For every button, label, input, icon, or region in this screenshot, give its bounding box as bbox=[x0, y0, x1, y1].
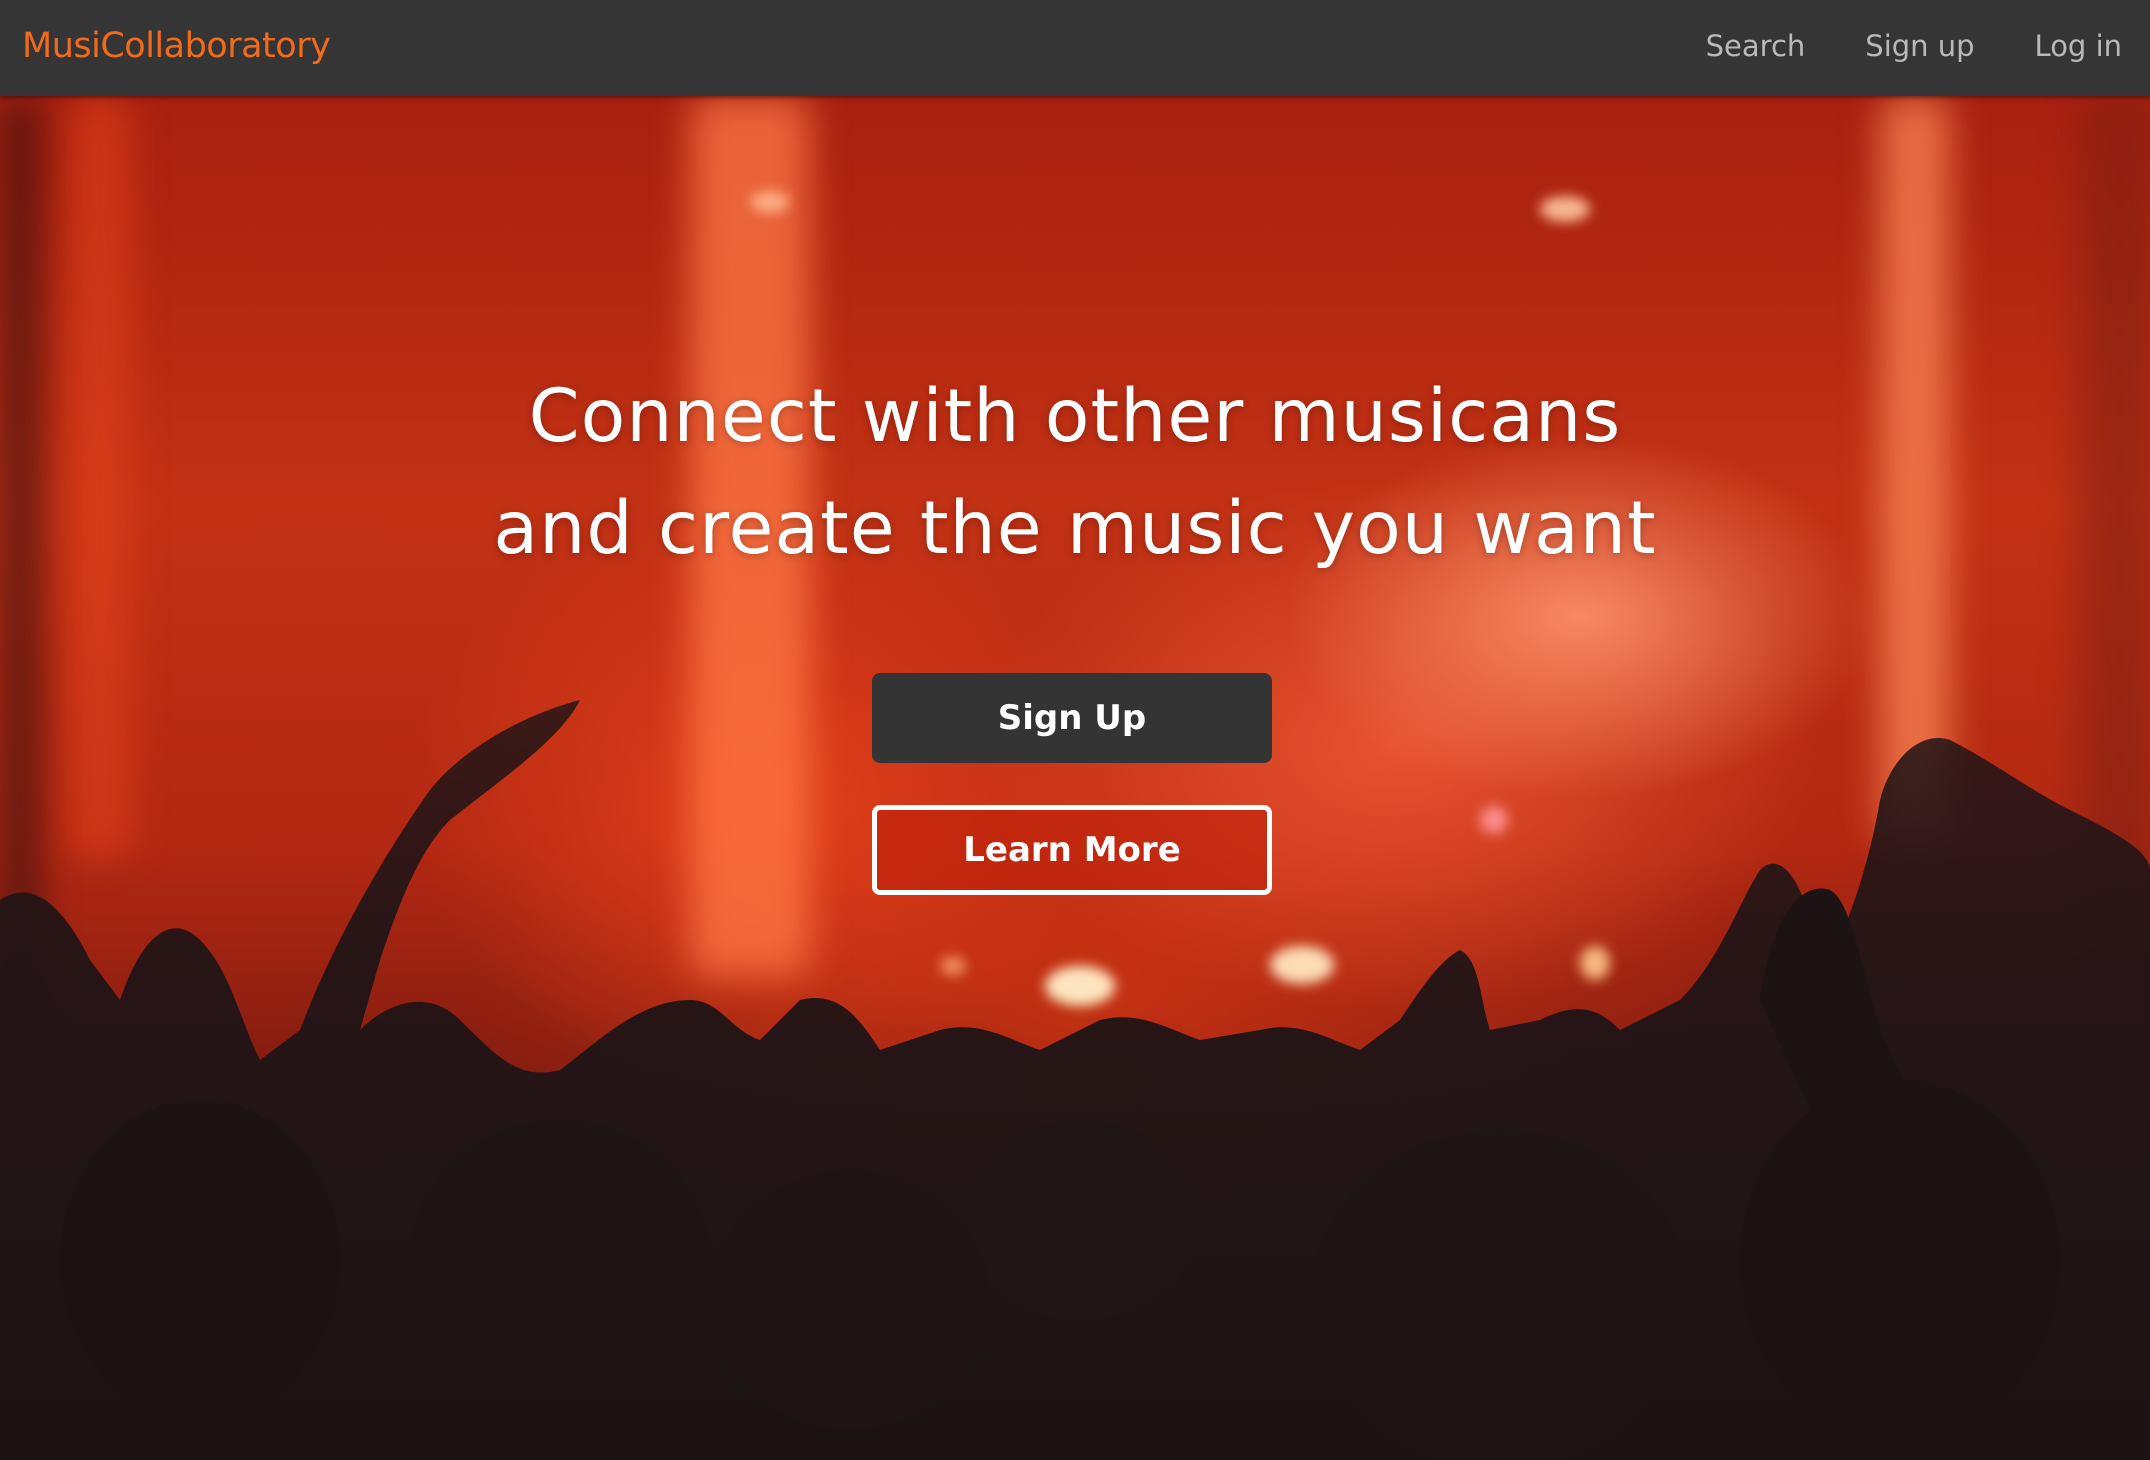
nav-link-sign-up[interactable]: Sign up bbox=[1865, 22, 1974, 70]
hero-headline: Connect with other musicans and create t… bbox=[0, 361, 2150, 585]
nav-link-log-in[interactable]: Log in bbox=[2035, 22, 2122, 70]
hero-section: Connect with other musicans and create t… bbox=[0, 96, 2150, 1460]
brand-logo-link[interactable]: MusiCollaboratory bbox=[22, 22, 331, 70]
headline-line-1: Connect with other musicans bbox=[528, 374, 1622, 459]
learn-more-button[interactable]: Learn More bbox=[872, 805, 1272, 895]
top-navbar: MusiCollaboratory Search Sign up Log in bbox=[0, 0, 2150, 96]
landing-page: MusiCollaboratory Search Sign up Log in bbox=[0, 0, 2150, 1460]
nav-links: Search Sign up Log in bbox=[1706, 22, 2122, 70]
nav-link-search[interactable]: Search bbox=[1706, 22, 1806, 70]
sign-up-button[interactable]: Sign Up bbox=[872, 673, 1272, 763]
headline-line-2: and create the music you want bbox=[493, 486, 1657, 571]
hero-background-image bbox=[0, 96, 2150, 1460]
